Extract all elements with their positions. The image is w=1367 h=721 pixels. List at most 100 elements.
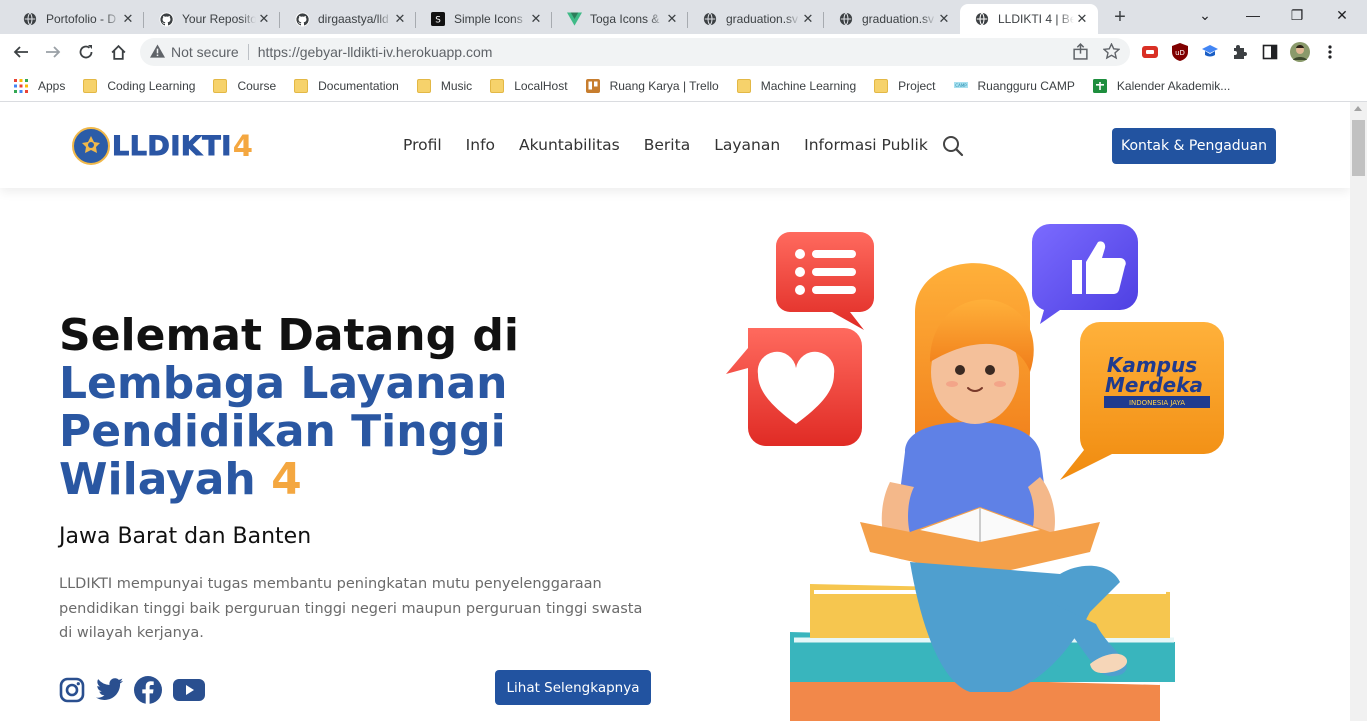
globe-icon <box>974 11 990 27</box>
tab-close-icon[interactable]: ✕ <box>256 11 272 27</box>
reload-button[interactable] <box>73 39 99 65</box>
nav-item-berita[interactable]: Berita <box>644 136 690 154</box>
bookmark-music[interactable]: Music <box>416 78 472 93</box>
nav-item-layanan[interactable]: Layanan <box>714 136 780 154</box>
tab-title: Simple Icons <box>454 12 523 26</box>
simple-icons-icon: S <box>430 11 446 27</box>
youtube-icon[interactable] <box>172 676 206 704</box>
scrollbar-thumb[interactable] <box>1352 120 1365 176</box>
bookmark-localhost[interactable]: LocalHost <box>490 78 568 93</box>
tab-close-icon[interactable]: ✕ <box>936 11 952 27</box>
bookmark-ruangguru-camp[interactable]: CAMP Ruangguru CAMP <box>953 78 1075 93</box>
search-icon[interactable] <box>942 135 964 162</box>
tab-lldikti-active[interactable]: LLDIKTI 4 | Be ✕ <box>960 4 1098 34</box>
hero-title-line1: Selemat Datang di <box>59 310 520 361</box>
tab-close-icon[interactable]: ✕ <box>528 11 544 27</box>
heart-chat-bubble <box>726 328 862 446</box>
tab-graduation-1[interactable]: graduation.sv ✕ <box>688 4 824 34</box>
extension-red-icon[interactable] <box>1140 42 1160 62</box>
tab-portofolio[interactable]: Portofolio - D ✕ <box>8 4 144 34</box>
menu-kebab-icon[interactable] <box>1320 42 1340 62</box>
side-panel-icon[interactable] <box>1260 42 1280 62</box>
tab-close-icon[interactable]: ✕ <box>800 11 816 27</box>
logo-wordmark: LLDIKTI <box>112 130 232 162</box>
forward-button[interactable] <box>40 39 66 65</box>
tab-simple-icons[interactable]: S Simple Icons ✕ <box>416 4 552 34</box>
nav-item-akuntabilitas[interactable]: Akuntabilitas <box>519 136 620 154</box>
svg-text:uD: uD <box>1175 49 1185 57</box>
tab-title: Toga Icons & <box>590 12 660 26</box>
bookmark-label: Ruangguru CAMP <box>977 78 1075 93</box>
contact-complaint-button[interactable]: Kontak & Pengaduan <box>1112 128 1276 164</box>
puzzle-extensions-icon[interactable] <box>1230 42 1250 62</box>
tab-dirgaastya[interactable]: dirgaastya/lld ✕ <box>280 4 416 34</box>
new-tab-button[interactable]: + <box>1108 6 1132 30</box>
tab-toga-icons[interactable]: Toga Icons & ✕ <box>552 4 688 34</box>
bookmark-star-icon[interactable] <box>1102 42 1121 63</box>
page-viewport: LLDIKTI 4 Profil Info Akuntabilitas Beri… <box>0 102 1350 721</box>
svg-text:S: S <box>435 16 441 26</box>
tab-close-icon[interactable]: ✕ <box>392 11 408 27</box>
site-header: LLDIKTI 4 Profil Info Akuntabilitas Beri… <box>0 102 1350 188</box>
minimize-button[interactable]: — <box>1238 4 1268 28</box>
tut-wuri-handayani-icon <box>72 127 110 165</box>
hero-illustration: Kampus Merdeka INDONESIA JAYA <box>726 224 1300 721</box>
kampus-merdeka-chat-bubble: Kampus Merdeka INDONESIA JAYA <box>1060 322 1224 480</box>
bookmark-documentation[interactable]: Documentation <box>294 78 399 93</box>
bookmark-project[interactable]: Project <box>874 78 936 93</box>
lldikti-logo[interactable]: LLDIKTI 4 <box>72 126 253 166</box>
bookmark-machine-learning[interactable]: Machine Learning <box>736 78 856 93</box>
badge-line2: Merdeka <box>1105 373 1203 397</box>
instagram-icon[interactable] <box>58 676 86 704</box>
svg-text:CAMP: CAMP <box>955 83 967 88</box>
twitter-icon[interactable] <box>96 676 124 704</box>
tab-your-repositories[interactable]: Your Reposito ✕ <box>144 4 280 34</box>
nav-item-profil[interactable]: Profil <box>403 136 442 154</box>
hero-title-number: 4 <box>271 454 302 505</box>
close-window-button[interactable]: ✕ <box>1327 4 1357 28</box>
folder-icon <box>294 78 309 93</box>
tab-close-icon[interactable]: ✕ <box>120 11 136 27</box>
home-button[interactable] <box>105 39 131 65</box>
hero-title-wilayah: Wilayah <box>59 454 256 505</box>
logo-number: 4 <box>232 129 253 163</box>
globe-icon <box>22 11 38 27</box>
hero-description: LLDIKTI mempunyai tugas membantu peningk… <box>59 576 643 641</box>
bookmark-label: Apps <box>38 78 66 93</box>
restore-button[interactable]: ❐ <box>1282 4 1312 28</box>
bookmark-course[interactable]: Course <box>213 78 277 93</box>
share-icon[interactable] <box>1072 43 1089 63</box>
bookmark-trello[interactable]: Ruang Karya | Trello <box>585 78 719 93</box>
back-button[interactable] <box>8 39 34 65</box>
tab-strip: Portofolio - D ✕ Your Reposito ✕ dirgaas… <box>0 0 1367 34</box>
ublock-origin-icon[interactable]: uD <box>1170 42 1190 62</box>
folder-icon <box>490 78 505 93</box>
nav-item-info[interactable]: Info <box>466 136 495 154</box>
reload-icon <box>79 45 93 59</box>
tab-title: Your Reposito <box>182 12 256 26</box>
tab-close-icon[interactable]: ✕ <box>1074 11 1090 27</box>
security-label[interactable]: Not secure <box>171 44 239 60</box>
url-text[interactable]: https://gebyar-lldikti-iv.herokuapp.com <box>258 44 493 60</box>
nav-item-informasi-publik[interactable]: Informasi Publik <box>804 136 928 154</box>
folder-icon <box>874 78 889 93</box>
profile-avatar[interactable] <box>1290 42 1310 62</box>
bookmark-coding-learning[interactable]: Coding Learning <box>83 78 195 93</box>
address-bar[interactable]: Not secure https://gebyar-lldikti-iv.her… <box>140 38 1130 66</box>
vertical-scrollbar[interactable] <box>1350 102 1367 721</box>
badge-line3: INDONESIA JAYA <box>1129 399 1185 407</box>
bookmark-apps[interactable]: Apps <box>14 78 66 93</box>
bookmark-kalender-akademik[interactable]: Kalender Akademik... <box>1092 78 1230 93</box>
hero-title-line3: Pendidikan Tinggi <box>59 406 506 457</box>
facebook-icon[interactable] <box>134 676 162 704</box>
see-more-button[interactable]: Lihat Selengkapnya <box>495 670 651 705</box>
graduation-cap-icon[interactable] <box>1200 42 1220 62</box>
github-icon <box>158 11 174 27</box>
scroll-up-arrow-icon[interactable] <box>1354 106 1362 111</box>
tab-title: dirgaastya/lld <box>318 12 389 26</box>
tab-close-icon[interactable]: ✕ <box>664 11 680 27</box>
warning-icon[interactable] <box>150 43 165 61</box>
tab-search-chevron-icon[interactable]: ⌄ <box>1190 4 1220 28</box>
tab-graduation-2[interactable]: graduation.sv ✕ <box>824 4 960 34</box>
bookmark-label: Course <box>237 78 277 93</box>
